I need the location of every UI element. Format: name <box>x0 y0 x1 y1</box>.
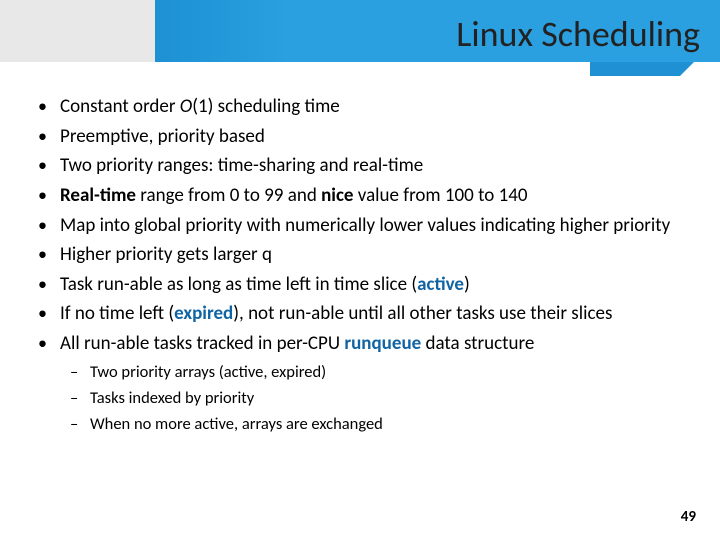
text: range from 0 to 99 and <box>136 184 321 207</box>
bullet-item: Two priority ranges: time-sharing and re… <box>36 153 690 179</box>
slide-body: Constant order O(1) scheduling time Pree… <box>0 78 720 437</box>
bullet-item: Task run-able as long as time left in ti… <box>36 272 690 298</box>
bullet-item: Map into global priority with numericall… <box>36 213 690 239</box>
sub-bullet-list: Two priority arrays (active, expired) Ta… <box>70 361 690 437</box>
text-highlight: runqueue <box>344 332 421 355</box>
sub-bullet-item: Tasks indexed by priority <box>70 387 690 411</box>
text: ), not run-able until all other tasks us… <box>233 302 612 325</box>
text: value from 100 to 140 <box>353 184 527 207</box>
bullet-list: Constant order O(1) scheduling time Pree… <box>36 94 690 357</box>
text: Constant order <box>60 95 180 118</box>
sub-bullet-item: Two priority arrays (active, expired) <box>70 361 690 385</box>
text: All run-able tasks tracked in per-CPU <box>60 332 344 355</box>
bullet-item: If no time left (expired), not run-able … <box>36 301 690 327</box>
text-bold: nice <box>321 184 353 207</box>
text-bold: Real-time <box>60 184 136 207</box>
bullet-item: Constant order O(1) scheduling time <box>36 94 690 120</box>
text: (1) scheduling time <box>192 95 339 118</box>
text-italic: O <box>180 95 192 118</box>
slide-header: Linux Scheduling <box>0 0 720 78</box>
header-grey-block <box>0 0 155 62</box>
slide-title: Linux Scheduling <box>320 12 700 56</box>
header-tab-notch <box>590 62 680 76</box>
bullet-item: Preemptive, priority based <box>36 124 690 150</box>
text: ) <box>464 273 470 296</box>
slide: Linux Scheduling Constant order O(1) sch… <box>0 0 720 540</box>
text-highlight: active <box>417 273 464 296</box>
text: data structure <box>421 332 534 355</box>
text: If no time left ( <box>60 302 174 325</box>
bullet-item: Real-time range from 0 to 99 and nice va… <box>36 183 690 209</box>
page-number: 49 <box>681 508 696 526</box>
sub-bullet-item: When no more active, arrays are exchange… <box>70 413 690 437</box>
bullet-item: All run-able tasks tracked in per-CPU ru… <box>36 331 690 357</box>
text: Task run-able as long as time left in ti… <box>60 273 417 296</box>
text-highlight: expired <box>174 302 233 325</box>
bullet-item: Higher priority gets larger q <box>36 242 690 268</box>
